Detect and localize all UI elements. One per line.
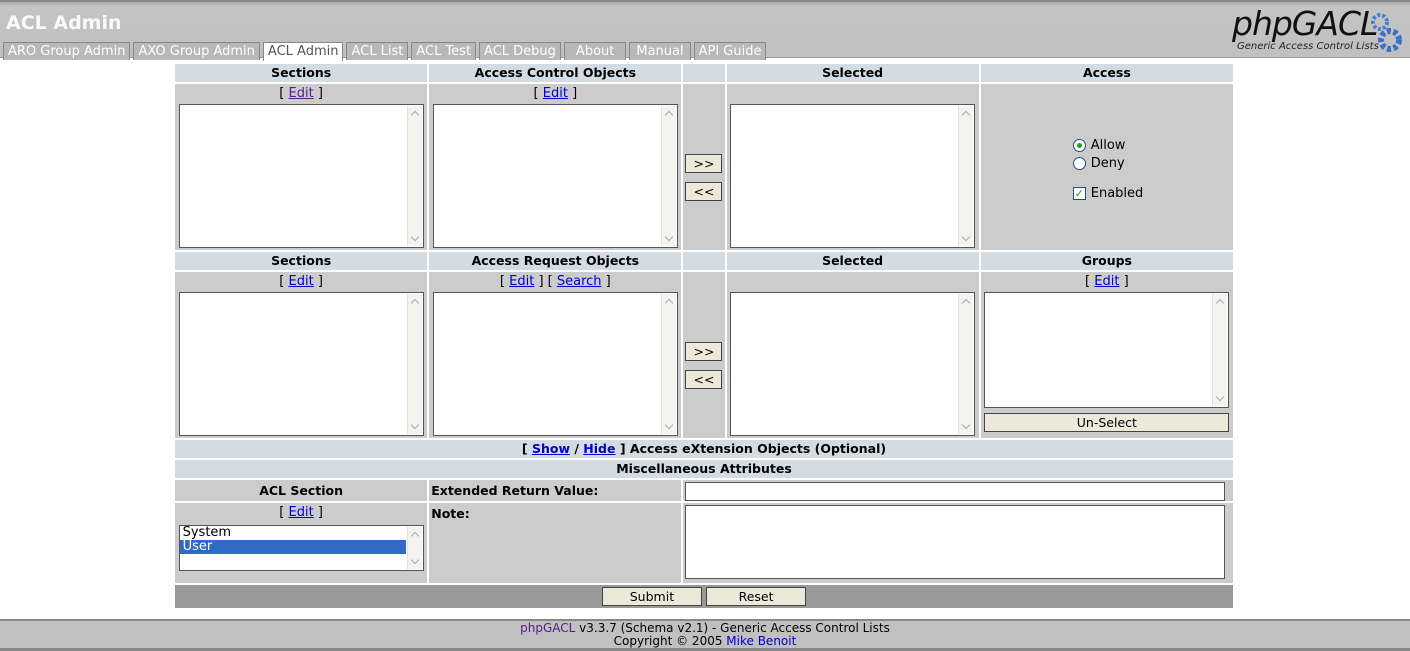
allow-radio[interactable]: Allow [1072,136,1233,154]
scrollbar[interactable] [1212,294,1228,406]
header-bar: ACL Admin ARO Group Admin AXO Group Admi… [0,0,1410,61]
spacer-header [683,252,725,270]
acl-section-list[interactable]: System User [178,525,424,571]
access-options: Allow Deny ✓ Enabled [980,84,1233,250]
enabled-checkbox[interactable]: ✓ Enabled [1072,184,1233,202]
aro-objects-list[interactable] [432,292,678,436]
checkmark-icon: ✓ [1072,186,1086,200]
aco-object-links: [ Edit ] [533,86,578,101]
submit-button[interactable]: Submit [601,587,702,606]
phpgacl-logo: phpGACL Generic Access Control Lists [1232,4,1404,56]
reset-button[interactable]: Reset [706,587,807,606]
tab-acl-test[interactable]: ACL Test [411,42,477,60]
edit-aro-sections-link[interactable]: Edit [289,274,314,289]
aco-selected-header: Selected [726,64,979,82]
radio-unchecked-icon [1072,156,1086,170]
search-aro-link[interactable]: Search [557,274,602,289]
aro-objects-header: Access Request Objects [429,252,682,270]
aro-selected-list[interactable] [730,292,976,436]
scrollbar[interactable] [958,294,974,434]
access-header: Access [980,64,1233,82]
spacer-header [683,64,725,82]
logo-subtitle: Generic Access Control Lists [1237,41,1379,52]
edit-aco-link[interactable]: Edit [543,86,568,101]
hide-axo-link[interactable]: Hide [583,441,615,456]
groups-list[interactable] [984,292,1230,408]
aco-selected-list[interactable] [730,104,976,248]
radio-checked-icon [1072,138,1086,152]
edit-aco-sections-link[interactable]: Edit [289,86,314,101]
phpgacl-link[interactable]: phpGACL [520,621,575,635]
add-aro-button[interactable]: >> [685,342,723,361]
scrollbar[interactable] [958,106,974,246]
aco-sections-list[interactable] [178,104,424,248]
note-label: Note: [429,503,682,583]
scrollbar[interactable] [406,106,422,246]
tab-api-guide[interactable]: API Guide [693,42,767,60]
tab-acl-debug[interactable]: ACL Debug [479,42,561,60]
edit-acl-section-link[interactable]: Edit [289,505,314,520]
logo-title: phpGACL [1232,4,1378,43]
deny-radio[interactable]: Deny [1072,154,1233,172]
enabled-label: Enabled [1090,185,1144,201]
copyright-text: Copyright © 2005 [613,634,727,648]
version-text: v3.3.7 (Schema v2.1) - Generic Access Co… [575,621,890,635]
action-bar: Submit Reset [175,585,1233,608]
scrollbar[interactable] [406,527,422,569]
tab-manual[interactable]: Manual [629,42,691,60]
edit-aro-link[interactable]: Edit [509,274,534,289]
acl-form: Sections Access Control Objects Selected… [173,62,1235,610]
scrollbar[interactable] [660,106,676,246]
tab-bar: ARO Group Admin AXO Group Admin ACL Admi… [3,42,767,61]
aco-section-links: [ Edit ] [279,86,323,101]
tab-acl-admin[interactable]: ACL Admin [262,42,344,61]
add-aco-button[interactable]: >> [685,154,723,173]
deny-label: Deny [1090,155,1125,171]
allow-label: Allow [1090,137,1126,153]
edit-groups-link[interactable]: Edit [1094,274,1119,289]
unselect-button[interactable]: Un-Select [984,413,1230,432]
tab-about[interactable]: About [563,42,627,60]
misc-header: Miscellaneous Attributes [175,460,1233,478]
tab-acl-list[interactable]: ACL List [346,42,409,60]
return-value-input[interactable] [685,482,1226,501]
aco-sections-header: Sections [175,64,428,82]
aro-sections-header: Sections [175,252,428,270]
remove-aco-button[interactable]: << [685,182,723,201]
author-link[interactable]: Mike Benoit [726,634,796,648]
tab-aro-group-admin[interactable]: ARO Group Admin [3,42,131,60]
groups-header: Groups [980,252,1233,270]
gears-icon [1371,13,1402,52]
aro-selected-header: Selected [726,252,979,270]
tab-axo-group-admin[interactable]: AXO Group Admin [133,42,260,60]
axo-label: Access eXtension Objects (Optional) [629,441,887,456]
aro-object-links: [ Edit ] [ Search ] [499,274,611,289]
remove-aro-button[interactable]: << [685,370,723,389]
return-value-label: Extended Return Value: [429,480,682,501]
acl-section-option-selected[interactable]: User [179,540,406,554]
footer: phpGACL v3.3.7 (Schema v2.1) - Generic A… [0,619,1410,651]
scrollbar[interactable] [660,294,676,434]
acl-section-links: [ Edit ] [279,505,323,520]
show-axo-link[interactable]: Show [532,441,570,456]
aco-objects-header: Access Control Objects [429,64,682,82]
scrollbar[interactable] [406,294,422,434]
acl-section-header: ACL Section [175,480,428,501]
aro-section-links: [ Edit ] [279,274,323,289]
note-textarea[interactable] [685,505,1226,579]
group-links: [ Edit ] [1085,274,1129,289]
acl-section-option[interactable]: System [180,526,406,540]
aco-objects-list[interactable] [432,104,678,248]
page-title: ACL Admin [6,12,122,34]
aro-sections-list[interactable] [178,292,424,436]
axo-toggle-row: [ Show / Hide ] Access eXtension Objects… [175,440,1233,458]
